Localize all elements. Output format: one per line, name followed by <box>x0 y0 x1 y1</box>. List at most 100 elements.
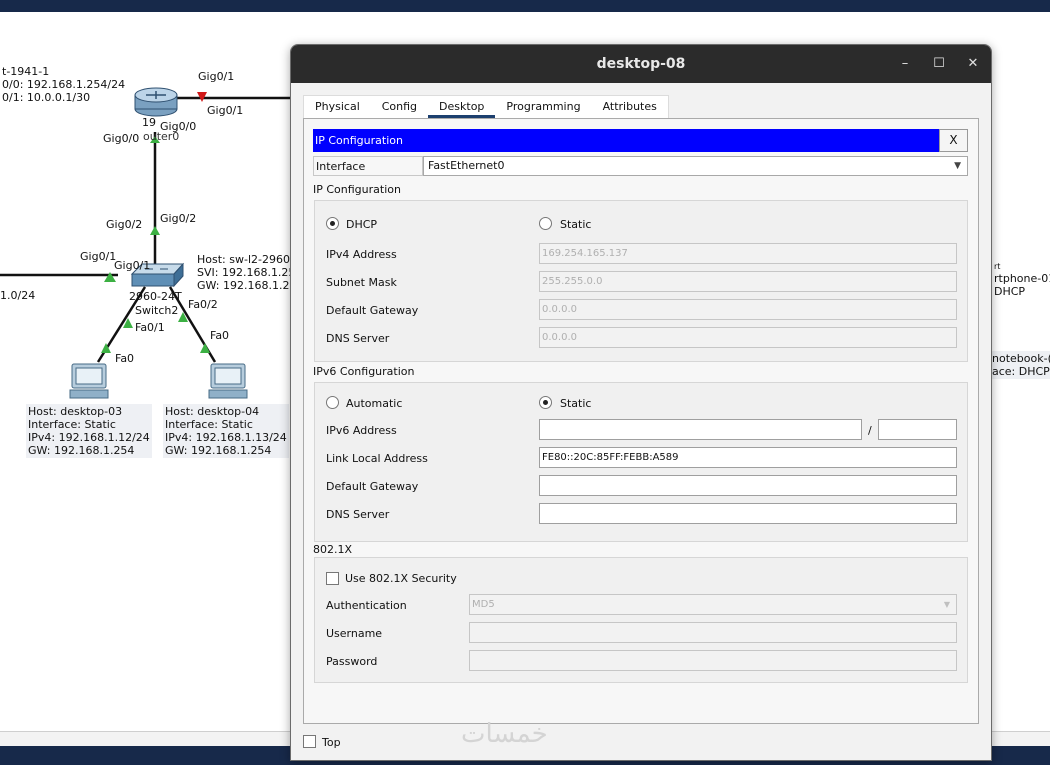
top-label: Top <box>322 736 341 749</box>
authentication-label: Authentication <box>326 599 407 612</box>
smartphone-info: rt rtphone-01 DHCP <box>992 261 1050 299</box>
static-label: Static <box>560 218 592 231</box>
network-label: 1.0/24 <box>0 289 36 302</box>
authentication-value: MD5 <box>472 599 495 610</box>
port-label: Fa0 <box>115 352 135 365</box>
password-label: Password <box>326 655 378 668</box>
chevron-down-icon: ▼ <box>954 161 961 171</box>
use-dot1x-checkbox[interactable] <box>326 572 339 585</box>
info-line: Host: desktop-04 <box>165 405 260 418</box>
ipv6-group: Automatic Static IPv6 Address / Link Loc… <box>314 382 968 542</box>
port-up-marker <box>200 343 210 353</box>
router-info-line: 0/1: 10.0.0.1/30 <box>2 91 91 104</box>
switch-info: Host: sw-l2-2960- SVI: 192.168.1.25 GW: … <box>195 252 298 293</box>
desktop-icon <box>69 363 109 399</box>
top-checkbox[interactable] <box>303 735 316 748</box>
info-line: IPv4: 192.168.1.12/24 <box>28 431 150 444</box>
router-info: t-1941-1 0/0: 192.168.1.254/24 0/1: 10.0… <box>0 64 127 105</box>
ipv6-prefix-input[interactable] <box>878 419 957 440</box>
port-label: Gig0/1 <box>207 104 244 117</box>
info-line: ace: DHCP <box>992 365 1050 378</box>
info-line: notebook-( <box>992 352 1050 365</box>
ipv6-static-radio[interactable] <box>539 396 552 409</box>
desktop04-info: Host: desktop-04 Interface: Static IPv4:… <box>163 404 289 458</box>
ipv6-gateway-input[interactable] <box>539 475 957 496</box>
tab-config[interactable]: Config <box>371 96 428 118</box>
port-label: Gig0/2 <box>106 218 143 231</box>
dialog-title: desktop-08 <box>596 56 686 72</box>
watermark: خمسات <box>461 719 548 749</box>
interface-select[interactable]: FastEthernet0 ▼ <box>423 156 968 176</box>
router-icon <box>134 87 178 117</box>
switch-name: Switch2 <box>135 304 179 317</box>
port-label: Fa0/1 <box>135 321 165 334</box>
username-input[interactable] <box>469 622 957 643</box>
dhcp-radio[interactable] <box>326 217 339 230</box>
link-local-input[interactable]: FE80::20C:85FF:FEBB:A589 <box>539 447 957 468</box>
info-line: rt <box>994 262 1001 271</box>
port-label: Fa0 <box>210 329 230 342</box>
top-taskbar <box>0 0 1050 12</box>
info-line: Interface: Static <box>165 418 253 431</box>
dns-server-input[interactable]: 0.0.0.0 <box>539 327 957 348</box>
ipv6-static-label: Static <box>560 397 592 410</box>
default-gateway-input[interactable]: 0.0.0.0 <box>539 299 957 320</box>
subnet-mask-input[interactable]: 255.255.0.0 <box>539 271 957 292</box>
port-label: Gig0/1 <box>80 250 117 263</box>
port-up-marker <box>104 272 116 282</box>
static-radio[interactable] <box>539 217 552 230</box>
switch-model: 2960-24T <box>129 290 182 303</box>
port-label: Gig0/1 <box>114 259 151 272</box>
automatic-radio[interactable] <box>326 396 339 409</box>
interface-label: Interface <box>313 156 423 176</box>
link-local-label: Link Local Address <box>326 452 428 465</box>
maximize-button[interactable]: ☐ <box>929 54 949 74</box>
dhcp-label: DHCP <box>346 218 378 231</box>
ipv6-section-title: IPv6 Configuration <box>313 365 415 378</box>
dot1x-section-title: 802.1X <box>313 543 353 556</box>
ipv6-address-input[interactable] <box>539 419 862 440</box>
info-line: DHCP <box>994 285 1026 298</box>
switch-info-line: SVI: 192.168.1.25 <box>197 266 296 279</box>
ipv6-address-label: IPv6 Address <box>326 424 397 437</box>
ipv6-gateway-label: Default Gateway <box>326 480 419 493</box>
tab-desktop[interactable]: Desktop <box>428 96 496 118</box>
dialog-tabs: Physical Config Desktop Programming Attr… <box>303 95 669 119</box>
port-label: Gig0/0 <box>160 120 197 133</box>
dot1x-group: Use 802.1X Security Authentication MD5 ▼… <box>314 557 968 683</box>
ipv4-section-title: IP Configuration <box>313 183 401 196</box>
switch-info-line: Host: sw-l2-2960- <box>197 253 294 266</box>
port-up-marker <box>150 226 160 235</box>
close-button[interactable]: ✕ <box>963 54 983 74</box>
ipv4-address-label: IPv4 Address <box>326 248 397 261</box>
info-line: IPv4: 192.168.1.13/24 <box>165 431 287 444</box>
ipv6-dns-input[interactable] <box>539 503 957 524</box>
ipv4-address-input[interactable]: 169.254.165.137 <box>539 243 957 264</box>
pc-dialog[interactable]: desktop-08 – ☐ ✕ Physical Config Desktop… <box>290 44 992 761</box>
dialog-titlebar[interactable]: desktop-08 – ☐ ✕ <box>291 45 991 83</box>
default-gateway-label: Default Gateway <box>326 304 419 317</box>
automatic-label: Automatic <box>346 397 403 410</box>
tab-programming[interactable]: Programming <box>495 96 591 118</box>
ipv4-group: DHCP Static IPv4 Address 169.254.165.137… <box>314 200 968 362</box>
chevron-down-icon: ▼ <box>943 600 950 609</box>
password-input[interactable] <box>469 650 957 671</box>
prefix-separator: / <box>868 424 872 437</box>
ipv6-dns-label: DNS Server <box>326 508 390 521</box>
username-label: Username <box>326 627 383 640</box>
ip-config-close-button[interactable]: X <box>939 129 968 152</box>
port-label: Gig0/0 <box>103 132 140 145</box>
info-line: Host: desktop-03 <box>28 405 123 418</box>
info-line: GW: 192.168.1.254 <box>28 444 135 457</box>
info-line: Interface: Static <box>28 418 116 431</box>
router-name: 19 <box>142 116 156 129</box>
info-line: rtphone-01 <box>994 272 1050 285</box>
tab-physical[interactable]: Physical <box>304 96 371 118</box>
subnet-mask-label: Subnet Mask <box>326 276 397 289</box>
tab-attributes[interactable]: Attributes <box>592 96 668 118</box>
ip-config-header: IP Configuration <box>313 129 939 152</box>
minimize-button[interactable]: – <box>895 54 915 74</box>
desktop-icon <box>208 363 248 399</box>
info-line: GW: 192.168.1.254 <box>165 444 272 457</box>
authentication-select[interactable]: MD5 ▼ <box>469 594 957 615</box>
